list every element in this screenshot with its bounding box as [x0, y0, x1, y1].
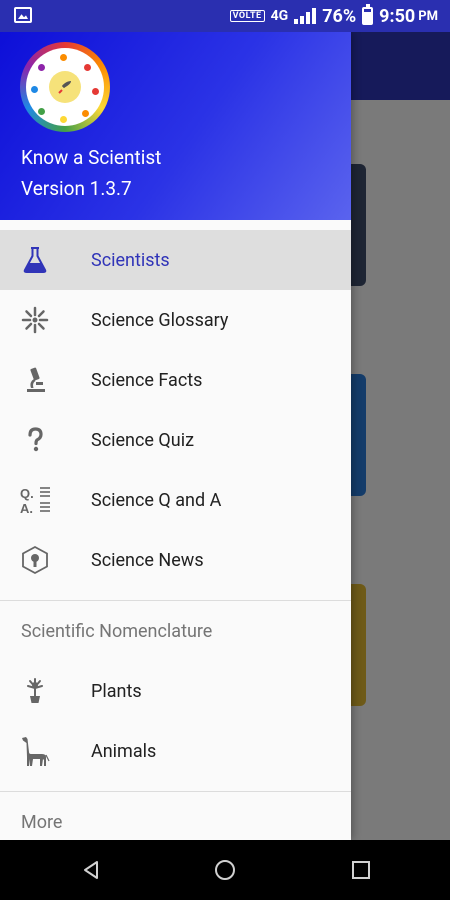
status-right: VOLTE 4G 76% 9:50 PM: [229, 4, 438, 28]
background-card: [350, 374, 366, 496]
battery-percent: 76%: [322, 5, 357, 27]
menu-item-label: Science Quiz: [91, 429, 195, 451]
microscope-icon: [19, 364, 51, 396]
svg-text:Q.: Q.: [20, 486, 34, 501]
menu-item-animals[interactable]: Animals: [0, 721, 351, 781]
giraffe-icon: [19, 735, 51, 767]
section-header-nomenclature: Scientific Nomenclature: [21, 620, 213, 642]
app-name: Know a Scientist: [21, 146, 162, 169]
recent-square-icon: [352, 861, 370, 879]
news-hexagon-icon: [19, 544, 51, 576]
clock-meridiem: PM: [418, 8, 438, 24]
menu-item-label: Plants: [91, 680, 142, 702]
menu-item-science-news[interactable]: Science News: [0, 530, 351, 590]
menu-item-label: Science Glossary: [91, 309, 229, 331]
menu-item-label: Science Q and A: [91, 489, 222, 511]
drawer-menu: Scientists Science Glossary Science Fact…: [0, 220, 351, 840]
app-version: Version 1.3.7: [21, 177, 132, 200]
status-bar: VOLTE 4G 76% 9:50 PM: [0, 0, 450, 32]
menu-item-plants[interactable]: Plants: [0, 661, 351, 721]
background-card: [350, 164, 366, 286]
menu-item-label: Animals: [91, 740, 157, 762]
back-button[interactable]: [79, 858, 103, 882]
home-circle-icon: [215, 860, 235, 880]
drawer-header: Know a Scientist Version 1.3.7: [0, 32, 351, 220]
system-navigation-bar: [0, 840, 450, 900]
recent-apps-button[interactable]: [349, 858, 373, 882]
svg-text:A.: A.: [20, 501, 33, 515]
rocket-icon: [49, 71, 81, 103]
back-triangle-icon: [84, 861, 98, 879]
menu-item-science-glossary[interactable]: Science Glossary: [0, 290, 351, 350]
gallery-notification-icon: [14, 7, 32, 23]
menu-item-label: Scientists: [91, 249, 170, 271]
menu-item-science-facts[interactable]: Science Facts: [0, 350, 351, 410]
menu-item-science-quiz[interactable]: Science Quiz: [0, 410, 351, 470]
section-header-more: More: [21, 811, 63, 833]
menu-item-science-q-and-a[interactable]: Q. A. Science Q and A: [0, 470, 351, 530]
background-card: [350, 584, 366, 706]
menu-item-scientists[interactable]: Scientists: [0, 230, 351, 290]
clock-time: 9:50: [379, 5, 416, 27]
menu-item-label: Science Facts: [91, 369, 203, 391]
network-type: 4G: [270, 8, 289, 24]
qa-icon: Q. A.: [19, 484, 51, 516]
navigation-drawer: Know a Scientist Version 1.3.7 Scientist…: [0, 32, 351, 840]
question-icon: [19, 424, 51, 456]
signal-icon: [294, 8, 317, 24]
menu-item-label: Science News: [91, 549, 204, 571]
plant-icon: [19, 675, 51, 707]
battery-icon: [362, 4, 374, 25]
volte-badge: VOLTE: [229, 10, 265, 22]
app-logo: [20, 42, 110, 132]
burst-icon: [19, 304, 51, 336]
home-button[interactable]: [213, 858, 237, 882]
flask-icon: [19, 244, 51, 276]
